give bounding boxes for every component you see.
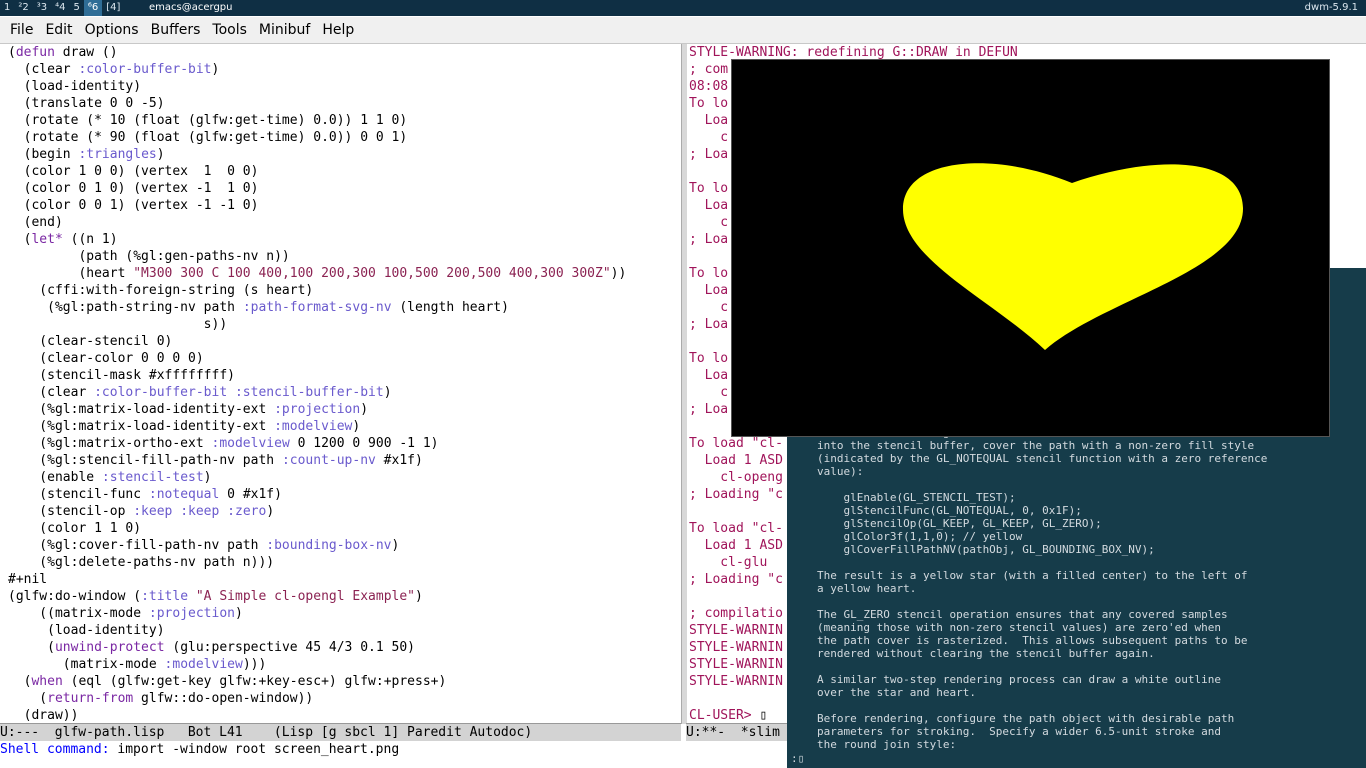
code-line: (%gl:path-string-nv path :path-format-sv… xyxy=(8,300,509,315)
code-line: (end) xyxy=(8,215,63,230)
code-line: (%gl:cover-fill-path-nv path :bounding-b… xyxy=(8,538,400,553)
dwm-tags[interactable]: 1 ²2 ³3 ⁴4 5 ⁶6 [4] xyxy=(0,0,124,16)
lisp-source-buffer[interactable]: (defun draw () (clear :color-buffer-bit)… xyxy=(8,44,680,724)
code-line: (stencil-mask #xffffffff) xyxy=(8,368,235,383)
code-line: (%gl:stencil-fill-path-nv path :count-up… xyxy=(8,453,423,468)
code-line: (stencil-func :notequal 0 #x1f) xyxy=(8,487,282,502)
code-line: (color 1 0 0) (vertex 1 0 0) xyxy=(8,164,259,179)
menu-buffers[interactable]: Buffers xyxy=(145,17,207,43)
minibuffer[interactable]: Shell command: import -window root scree… xyxy=(0,741,790,758)
minibuffer-input[interactable]: import -window root screen_heart.png xyxy=(110,742,399,757)
code-line: (%gl:matrix-load-identity-ext :modelview… xyxy=(8,419,361,434)
gl-canvas xyxy=(902,163,1244,350)
code-line: (color 0 1 0) (vertex -1 1 0) xyxy=(8,181,259,196)
code-line: (%gl:matrix-load-identity-ext :projectio… xyxy=(8,402,369,417)
code-line: s)) xyxy=(8,317,228,332)
menu-file[interactable]: File xyxy=(0,17,39,43)
code-line: (clear-color 0 0 0 0) xyxy=(8,351,204,366)
code-line: (%gl:matrix-ortho-ext :modelview 0 1200 … xyxy=(8,436,439,451)
dwm-window-title: emacs@acergpu xyxy=(149,2,233,13)
code-line: (matrix-mode :modelview))) xyxy=(8,657,267,672)
opengl-output-window[interactable] xyxy=(731,59,1330,437)
code-line: (glfw:do-window (:title "A Simple cl-ope… xyxy=(8,589,423,604)
code-line: (color 0 0 1) (vertex -1 -1 0) xyxy=(8,198,259,213)
code-line: (enable :stencil-test) xyxy=(8,470,212,485)
dwm-status-bar: 1 ²2 ³3 ⁴4 5 ⁶6 [4] emacs@acergpu dwm-5.9.1 xyxy=(0,0,1366,16)
right-mode-line: U:**- *slim xyxy=(686,723,796,741)
dwm-tag[interactable]: ³3 xyxy=(33,0,51,16)
code-line: (stencil-op :keep :keep :zero) xyxy=(8,504,275,519)
menu-options[interactable]: Options xyxy=(79,17,145,43)
dwm-tag[interactable]: ²2 xyxy=(14,0,32,16)
code-line: (load-identity) xyxy=(8,623,165,638)
code-line: (color 1 1 0) xyxy=(8,521,142,536)
window-divider[interactable] xyxy=(681,44,687,724)
code-line: (cffi:with-foreign-string (s heart) xyxy=(8,283,314,298)
dwm-tag[interactable]: ⁴4 xyxy=(51,0,69,16)
code-line: (load-identity) xyxy=(8,79,142,94)
left-mode-line: U:--- glfw-path.lisp Bot L41 (Lisp [g sb… xyxy=(0,723,681,741)
dwm-tag[interactable]: [4] xyxy=(102,0,124,16)
code-line: (defun draw () xyxy=(8,45,118,60)
code-line: (path (%gl:gen-paths-nv n)) xyxy=(8,249,290,264)
menu-tools[interactable]: Tools xyxy=(206,17,253,43)
code-line: (%gl:delete-paths-nv path n))) xyxy=(8,555,275,570)
code-line: (translate 0 0 -5) xyxy=(8,96,165,111)
menu-help[interactable]: Help xyxy=(316,17,360,43)
code-line: (when (eql (glfw:get-key glfw:+key-esc+)… xyxy=(8,674,447,689)
code-line: ((matrix-mode :projection) xyxy=(8,606,243,621)
code-line: (begin :triangles) xyxy=(8,147,165,162)
dwm-tag[interactable]: 1 xyxy=(0,0,14,16)
minibuffer-prompt: Shell command: xyxy=(0,742,110,757)
code-line: #+nil xyxy=(8,572,48,587)
dwm-tag[interactable]: 5 xyxy=(70,0,84,16)
code-line: (rotate (* 10 (float (glfw:get-time) 0.0… xyxy=(8,113,408,128)
terminal-prompt[interactable]: :▯ xyxy=(791,752,804,765)
terminal-text: Now that the coverage of the star and th… xyxy=(817,426,1268,751)
code-line: (unwind-protect (glu:perspective 45 4/3 … xyxy=(8,640,415,655)
menu-minibuf[interactable]: Minibuf xyxy=(253,17,316,43)
dwm-status-text: dwm-5.9.1 xyxy=(1304,2,1358,13)
dwm-tag[interactable]: ⁶6 xyxy=(83,0,103,16)
code-line: (clear :color-buffer-bit :stencil-buffer… xyxy=(8,385,392,400)
code-line: (let* ((n 1) xyxy=(8,232,118,247)
code-line: (return-from glfw::do-open-window)) xyxy=(8,691,314,706)
emacs-menu-bar: File Edit Options Buffers Tools Minibuf Help xyxy=(0,17,1366,44)
code-line: (draw)) xyxy=(8,708,79,723)
code-line: (heart "M300 300 C 100 400,100 200,300 1… xyxy=(8,266,627,281)
menu-edit[interactable]: Edit xyxy=(39,17,78,43)
code-line: (clear-stencil 0) xyxy=(8,334,173,349)
code-line: (rotate (* 90 (float (glfw:get-time) 0.0… xyxy=(8,130,408,145)
yellow-heart-shape xyxy=(902,163,1244,350)
code-line: (clear :color-buffer-bit) xyxy=(8,62,220,77)
